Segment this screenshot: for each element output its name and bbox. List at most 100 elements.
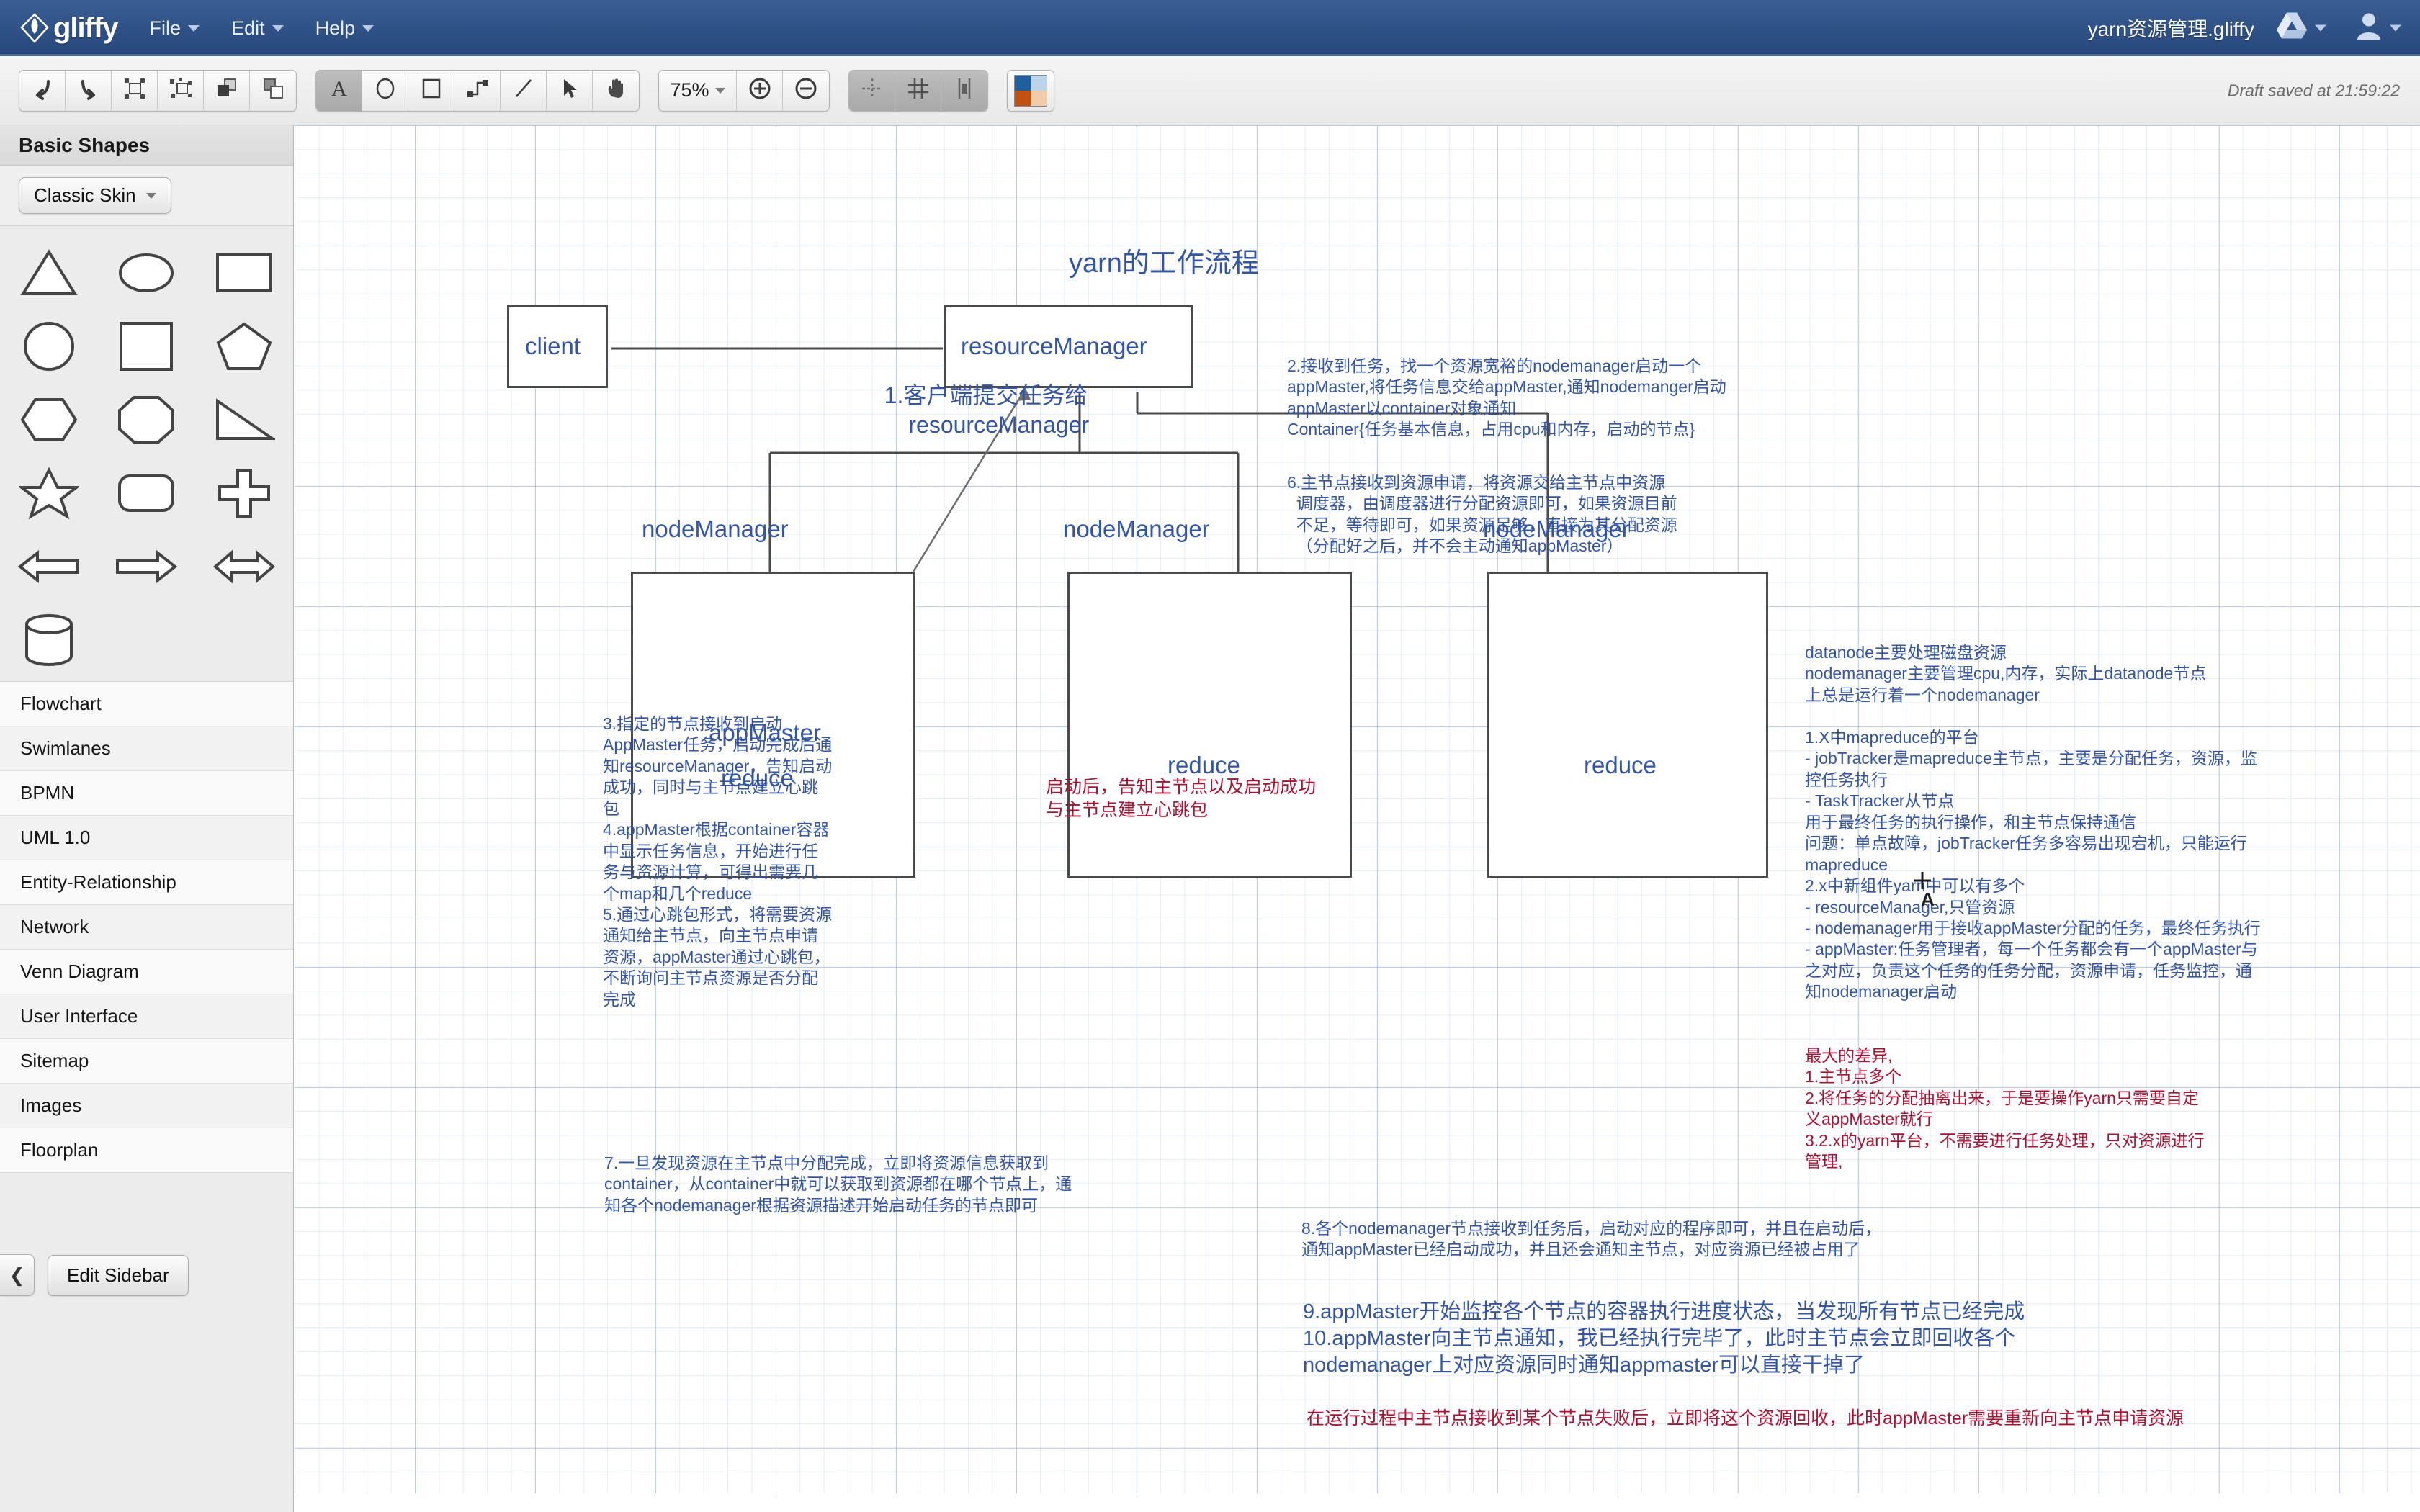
shape-circle[interactable] xyxy=(12,315,86,377)
toolbar-group-theme xyxy=(1007,69,1054,112)
shape-star[interactable] xyxy=(12,462,86,524)
deselect-icon xyxy=(169,76,193,104)
rulers-icon xyxy=(952,76,977,104)
menu-help[interactable]: Help xyxy=(315,17,375,40)
shape-rounded-rectangle[interactable] xyxy=(109,462,184,524)
theme-swatch-icon xyxy=(1014,74,1047,107)
node-manager-2-label: nodeManager xyxy=(1063,516,1210,542)
chevron-down-icon xyxy=(188,24,200,32)
user-account-button[interactable] xyxy=(2354,12,2401,45)
snap-to-guides-button[interactable] xyxy=(849,70,895,111)
sidebar-footer: ❮ Edit Sidebar xyxy=(0,1244,294,1306)
edit-sidebar-button[interactable]: Edit Sidebar xyxy=(48,1254,189,1296)
user-account-icon xyxy=(2354,12,2383,45)
sidebar-item-flowchart[interactable]: Flowchart xyxy=(0,682,293,726)
annotation-step8: 8.各个nodemanager节点接收到任务后，启动对应的程序即可，并且在启动后… xyxy=(1301,1219,1882,1259)
sidebar-item-floorplan[interactable]: Floorplan xyxy=(0,1128,293,1173)
annotation-steps-3-4-5: 3.指定的节点接收到启动 AppMaster任务，启动完成后通 知resourc… xyxy=(603,714,833,1009)
menu-file-label: File xyxy=(149,17,182,39)
shape-right-triangle[interactable] xyxy=(207,389,282,451)
chevron-down-icon xyxy=(362,24,375,32)
send-to-back-button[interactable] xyxy=(250,70,296,111)
shape-triangle[interactable] xyxy=(12,242,86,304)
svg-text:A: A xyxy=(331,77,347,101)
snap-to-guides-icon xyxy=(860,76,884,104)
sidebar-item-venn-diagram[interactable]: Venn Diagram xyxy=(0,950,293,994)
google-drive-button[interactable] xyxy=(2275,12,2326,45)
rectangle-tool-button[interactable] xyxy=(408,70,454,111)
annotation-right-red: 最大的差异, 1.主节点多个 2.将任务的分配抽离出来，于是要操作yarn只需要… xyxy=(1805,1046,2205,1171)
redo-icon xyxy=(76,76,101,104)
select-all-button[interactable] xyxy=(112,70,158,111)
shape-category-list: Flowchart Swimlanes BPMN UML 1.0 Entity-… xyxy=(0,681,293,1173)
line-tool-button[interactable] xyxy=(501,70,547,111)
node-manager-3-box[interactable] xyxy=(1487,572,1768,878)
chevron-down-icon xyxy=(272,24,284,32)
sidebar-item-uml[interactable]: UML 1.0 xyxy=(0,816,293,860)
skin-select[interactable]: Classic Skin xyxy=(19,177,171,214)
annotation-bottom-red: 在运行过程中主节点接收到某个节点失败后，立即将这个资源回收，此时appMaste… xyxy=(1307,1408,2184,1428)
select-all-icon xyxy=(122,76,147,104)
annotation-center-red: 启动后，告知主节点以及启动成功 与主节点建立心跳包 xyxy=(1046,777,1317,820)
toolbar-group-tools: A xyxy=(315,69,640,112)
sidebar-item-images[interactable]: Images xyxy=(0,1084,293,1128)
bring-to-front-button[interactable] xyxy=(204,70,250,111)
undo-button[interactable] xyxy=(19,70,66,111)
shape-arrow-right[interactable] xyxy=(109,536,184,598)
shape-octagon[interactable] xyxy=(109,389,184,451)
zoom-out-icon xyxy=(793,76,819,105)
skin-select-value: Classic Skin xyxy=(34,184,136,206)
shape-cylinder[interactable] xyxy=(12,609,86,671)
menu-edit-label: Edit xyxy=(231,17,265,39)
sidebar-item-swimlanes[interactable]: Swimlanes xyxy=(0,726,293,771)
shape-square[interactable] xyxy=(109,315,184,377)
zoom-in-button[interactable] xyxy=(737,70,783,111)
shape-cross[interactable] xyxy=(207,462,282,524)
shape-hexagon[interactable] xyxy=(12,389,86,451)
shape-arrow-left-right[interactable] xyxy=(207,536,282,598)
google-drive-icon xyxy=(2275,12,2308,45)
document-title: yarn资源管理.gliffy xyxy=(2087,18,2254,40)
theme-swatch-button[interactable] xyxy=(1008,70,1054,111)
shape-ellipse[interactable] xyxy=(109,242,184,304)
node-reduce-3-label: reduce xyxy=(1584,752,1657,778)
sidebar-item-entity-relationship[interactable]: Entity-Relationship xyxy=(0,860,293,905)
rulers-button[interactable] xyxy=(941,70,987,111)
sidebar-item-bpmn[interactable]: BPMN xyxy=(0,771,293,816)
bring-to-front-icon xyxy=(215,76,239,104)
deselect-button[interactable] xyxy=(158,70,204,111)
chevron-left-icon: ❮ xyxy=(9,1264,25,1286)
menu-file[interactable]: File xyxy=(150,17,200,40)
menu-edit[interactable]: Edit xyxy=(231,17,284,40)
draft-saved-status: Draft saved at 21:59:22 xyxy=(2227,81,2400,99)
annotation-step7: 7.一旦发现资源在主节点中分配完成，立即将资源信息获取到 container，从… xyxy=(604,1153,1072,1215)
connector-tool-icon xyxy=(465,76,490,104)
zoom-in-icon xyxy=(747,76,773,105)
shape-arrow-left[interactable] xyxy=(12,536,86,598)
shape-pentagon[interactable] xyxy=(207,315,282,377)
node-manager-2-box[interactable] xyxy=(1067,572,1352,878)
show-grid-button[interactable] xyxy=(895,70,941,111)
gliffy-logo[interactable]: gliffy xyxy=(19,12,119,45)
sidebar-item-network[interactable]: Network xyxy=(0,905,293,950)
toolbar-group-edit xyxy=(19,69,297,112)
diagram-canvas[interactable]: yarn的工作流程 client resourceManager nodeMan… xyxy=(295,125,2420,1512)
sidebar-item-user-interface[interactable]: User Interface xyxy=(0,994,293,1039)
pointer-tool-button[interactable] xyxy=(547,70,593,111)
collapse-sidebar-button[interactable]: ❮ xyxy=(0,1254,35,1296)
zoom-out-button[interactable] xyxy=(783,70,829,111)
shape-rectangle-wide[interactable] xyxy=(207,242,282,304)
ellipse-tool-button[interactable] xyxy=(362,70,408,111)
rectangle-tool-icon xyxy=(419,76,444,104)
hand-tool-button[interactable] xyxy=(593,70,639,111)
node-manager-1-label: nodeManager xyxy=(642,516,789,542)
skin-row: Classic Skin xyxy=(0,166,293,226)
sidebar-item-sitemap[interactable]: Sitemap xyxy=(0,1039,293,1084)
gliffy-logo-icon xyxy=(19,12,50,44)
gliffy-logo-text: gliffy xyxy=(53,12,119,44)
zoom-level-select[interactable]: 75% xyxy=(659,70,737,111)
shape-palette xyxy=(0,226,293,681)
text-tool-button[interactable]: A xyxy=(316,70,362,111)
connector-tool-button[interactable] xyxy=(454,70,501,111)
redo-button[interactable] xyxy=(66,70,112,111)
